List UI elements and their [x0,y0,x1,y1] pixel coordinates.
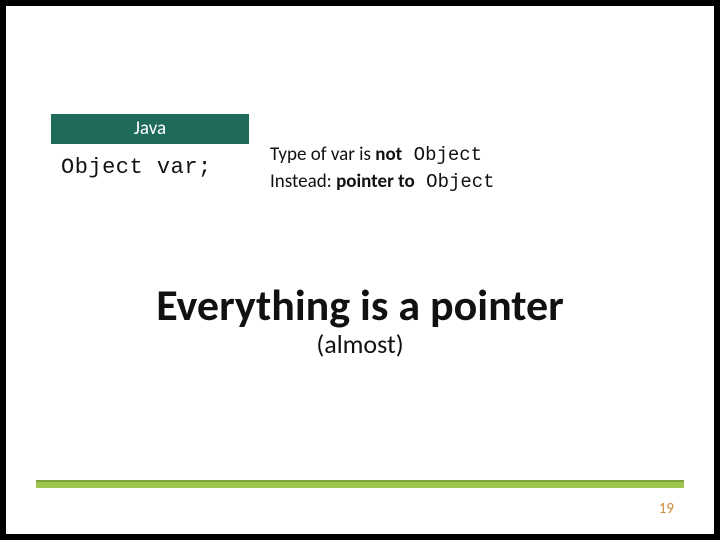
type-line2-mono: Object [415,171,495,193]
code-lang-header: Java [51,114,249,144]
headline-sub: (almost) [6,328,714,360]
slide: Java Object var; Type of var is not Obje… [6,6,714,534]
type-line1-mono: Object [402,144,482,166]
type-line1-prefix: Type of var is [270,143,375,166]
type-description: Type of var is not Object Instead: point… [270,142,690,195]
page-number: 19 [659,500,674,518]
accent-bar [36,480,684,488]
code-snippet: Object var; [51,149,249,186]
headline: Everything is a pointer [6,278,714,332]
type-line1-bold: not [375,143,402,166]
type-line2-prefix: Instead: [270,170,336,193]
type-line2-bold: pointer to [336,170,415,193]
